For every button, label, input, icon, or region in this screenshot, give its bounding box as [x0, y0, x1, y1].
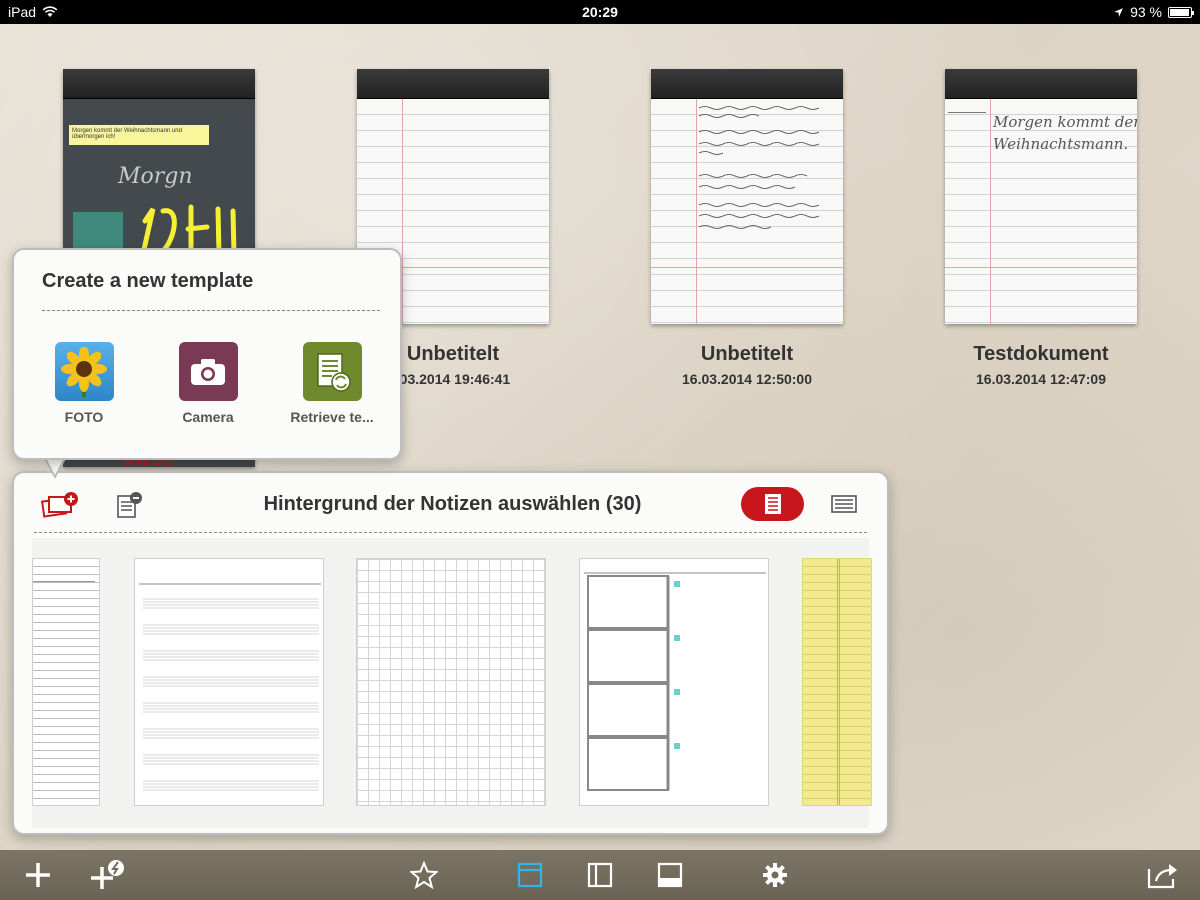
- thumbnail-header-line: [33, 581, 95, 582]
- notebook-binding: [651, 69, 843, 99]
- notebook-binding: [357, 69, 549, 99]
- layout-single-icon: [517, 862, 543, 888]
- notebook-binding: [63, 69, 255, 99]
- template-option-camera[interactable]: Camera: [153, 342, 263, 425]
- notebook-title[interactable]: Testdokument: [925, 343, 1157, 366]
- storyboard-frames: [584, 572, 766, 791]
- handwriting-line-2: Weihnachtsmann.: [993, 135, 1129, 153]
- sticky-note: Morgen kommt der Weihnachtsmann und über…: [69, 125, 209, 145]
- sticky-note-text: Morgen kommt der Weihnachtsmann und über…: [72, 128, 182, 140]
- page-margin-line: [990, 99, 991, 324]
- settings-button[interactable]: [750, 850, 800, 900]
- template-thumbnail-storyboard[interactable]: [579, 558, 769, 806]
- add-button[interactable]: [13, 850, 63, 900]
- template-thumbnail-grid[interactable]: [356, 558, 546, 806]
- status-bar: iPad 20:29 93 %: [0, 0, 1200, 24]
- location-arrow-icon: [1114, 7, 1123, 17]
- notebook-date: 16.03.2014 12:50:00: [682, 371, 812, 387]
- notebook-title[interactable]: Unbetitelt: [631, 343, 863, 366]
- template-thumbnail-music-staff[interactable]: [134, 558, 324, 806]
- share-export-icon: [1147, 864, 1177, 889]
- star-icon: [410, 861, 438, 889]
- margin-note-scribble: [948, 103, 986, 113]
- sunflower-photo-icon: [54, 342, 114, 401]
- document-list-icon: [764, 494, 781, 514]
- template-option-label: Retrieve te...: [290, 409, 374, 425]
- template-option-foto[interactable]: FOTO: [29, 342, 139, 425]
- gear-icon: [763, 863, 787, 887]
- battery-percent: 93 %: [1130, 4, 1162, 20]
- thumbnail-strip[interactable]: [32, 538, 872, 828]
- layout-columns-icon: [587, 862, 613, 888]
- template-thumbnail-lined[interactable]: [32, 558, 100, 806]
- layout-bottom-button[interactable]: [645, 850, 695, 900]
- layout-single-button[interactable]: [505, 850, 555, 900]
- battery-icon: [1168, 6, 1194, 18]
- template-option-label: FOTO: [64, 409, 104, 425]
- background-picker-panel: Hintergrund der Notizen auswählen (30): [12, 471, 889, 835]
- camera-icon: [178, 342, 238, 401]
- template-option-retrieve[interactable]: Retrieve te...: [277, 342, 387, 425]
- notebook-cover: [651, 69, 843, 324]
- view-list-toggle[interactable]: [741, 487, 804, 521]
- page-bottom-line: [651, 267, 843, 268]
- quick-add-button[interactable]: [83, 850, 133, 900]
- add-quick-icon: [91, 860, 124, 889]
- template-option-label: Camera: [182, 409, 234, 425]
- battery-level: [1170, 8, 1189, 16]
- view-card-toggle[interactable]: [822, 487, 866, 521]
- layout-bottom-icon: [657, 862, 683, 888]
- music-staff-lines: [139, 583, 321, 791]
- legal-margin-line: [837, 559, 838, 805]
- page-bottom-line: [945, 267, 1137, 268]
- share-button[interactable]: [1138, 850, 1188, 900]
- notebook-date: 16.03.2014 12:47:09: [976, 371, 1106, 387]
- create-template-popover: Create a new template FOTO Camera Retrie…: [12, 248, 402, 460]
- popover-title: Create a new template: [42, 270, 254, 292]
- notebook-page: [945, 99, 1137, 324]
- favorites-button[interactable]: [399, 850, 449, 900]
- chalk-handwriting: Morgn: [118, 164, 193, 189]
- popover-divider: [42, 310, 380, 311]
- legal-margin-line: [839, 559, 840, 805]
- page-margin-line: [402, 99, 403, 324]
- layout-columns-button[interactable]: [575, 850, 625, 900]
- clock: 20:29: [582, 4, 618, 20]
- handwriting-line-1: Morgen kommt der: [993, 113, 1137, 131]
- bottom-toolbar: [0, 850, 1200, 900]
- notebook-binding: [945, 69, 1137, 99]
- document-card-icon: [831, 495, 857, 513]
- notebook-cover: Morgen kommt der Weihnachtsmann.: [945, 69, 1137, 324]
- template-thumbnail-yellow-legal[interactable]: [802, 558, 872, 806]
- add-icon: [26, 863, 50, 887]
- retrieve-template-icon: [302, 342, 362, 401]
- handwriting-scribbles: [698, 106, 820, 229]
- panel-divider: [34, 532, 867, 533]
